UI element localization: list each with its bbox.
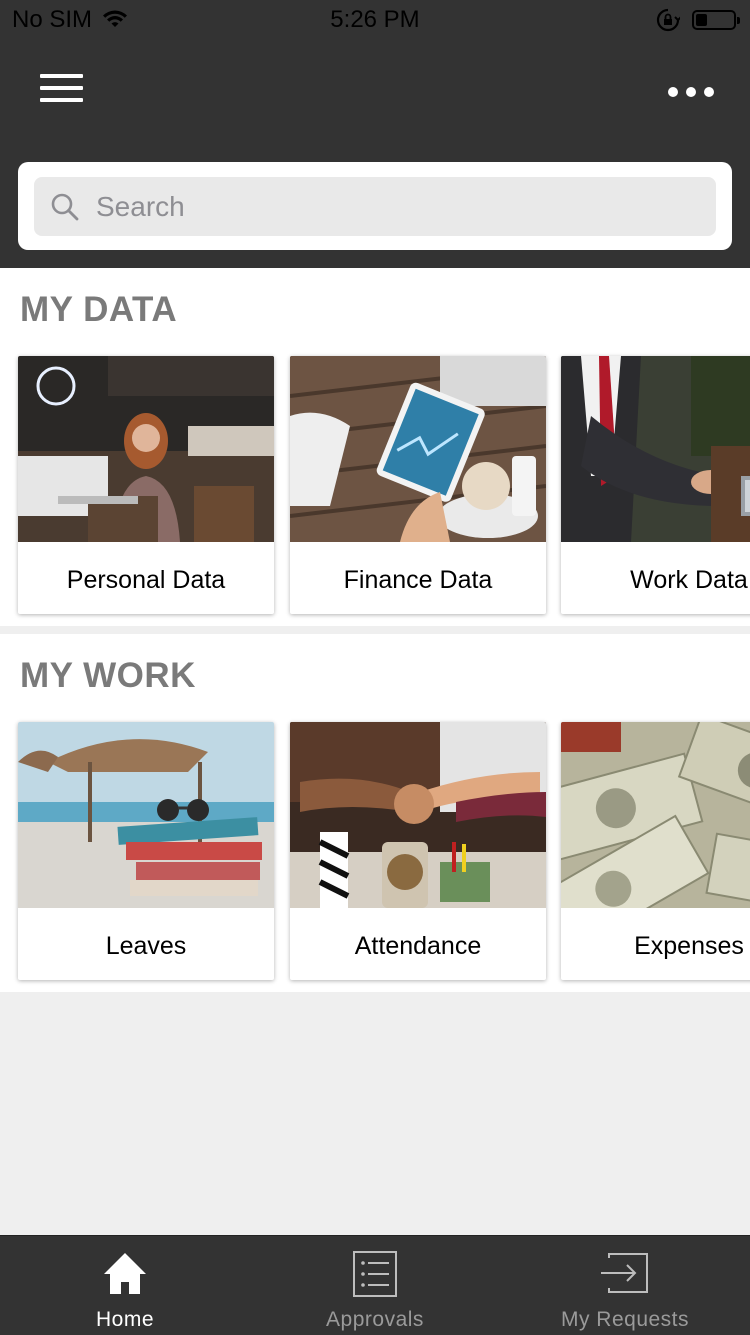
top-header: No SIM 5:26 PM xyxy=(0,0,750,268)
search-bar[interactable] xyxy=(34,177,716,236)
tab-label: Home xyxy=(95,1308,155,1331)
personal-data-card[interactable]: Personal Data xyxy=(18,356,274,614)
finance-data-image xyxy=(290,356,546,542)
finance-data-card[interactable]: Finance Data xyxy=(290,356,546,614)
request-icon xyxy=(601,1253,648,1293)
work-data-card[interactable]: Work Data xyxy=(561,356,750,614)
my-work-section: MY WORK Leaves Attendance Expenses xyxy=(0,634,750,992)
tab-label: Approvals xyxy=(326,1308,424,1331)
attendance-card[interactable]: Attendance xyxy=(290,722,546,980)
section-title: MY DATA xyxy=(20,290,178,329)
card-label: Work Data xyxy=(630,566,748,594)
leaves-card[interactable]: Leaves xyxy=(18,722,274,980)
section-title: MY WORK xyxy=(20,656,196,695)
tab-home[interactable]: Home xyxy=(0,1236,250,1335)
clock: 5:26 PM xyxy=(330,6,420,33)
card-label: Expenses xyxy=(634,932,744,960)
battery-icon xyxy=(692,10,740,30)
card-label: Attendance xyxy=(354,932,482,960)
search-input[interactable] xyxy=(94,189,658,224)
bottom-tab-bar: Home Approvals My Requests xyxy=(0,1235,750,1335)
expenses-card[interactable]: Expenses xyxy=(561,722,750,980)
card-label: Personal Data xyxy=(66,566,226,594)
home-icon xyxy=(104,1253,146,1294)
list-icon xyxy=(353,1251,397,1297)
tab-approvals[interactable]: Approvals xyxy=(250,1236,500,1335)
card-label: Leaves xyxy=(105,932,187,960)
search-container xyxy=(18,162,732,250)
leaves-image xyxy=(18,722,274,908)
search-icon xyxy=(51,193,79,220)
my-data-section: MY DATA Personal Data Finance Data Work … xyxy=(0,268,750,626)
tab-label: My Requests xyxy=(560,1308,690,1331)
personal-data-image xyxy=(18,356,274,542)
expenses-image xyxy=(561,722,750,908)
orientation-lock-icon xyxy=(656,8,680,32)
status-bar: No SIM 5:26 PM xyxy=(0,0,750,40)
more-options-button[interactable] xyxy=(668,80,720,104)
work-data-image xyxy=(561,356,750,542)
attendance-image xyxy=(290,722,546,908)
card-label: Finance Data xyxy=(343,566,493,594)
tab-my-requests[interactable]: My Requests xyxy=(500,1236,750,1335)
hamburger-menu-button[interactable] xyxy=(40,74,88,110)
